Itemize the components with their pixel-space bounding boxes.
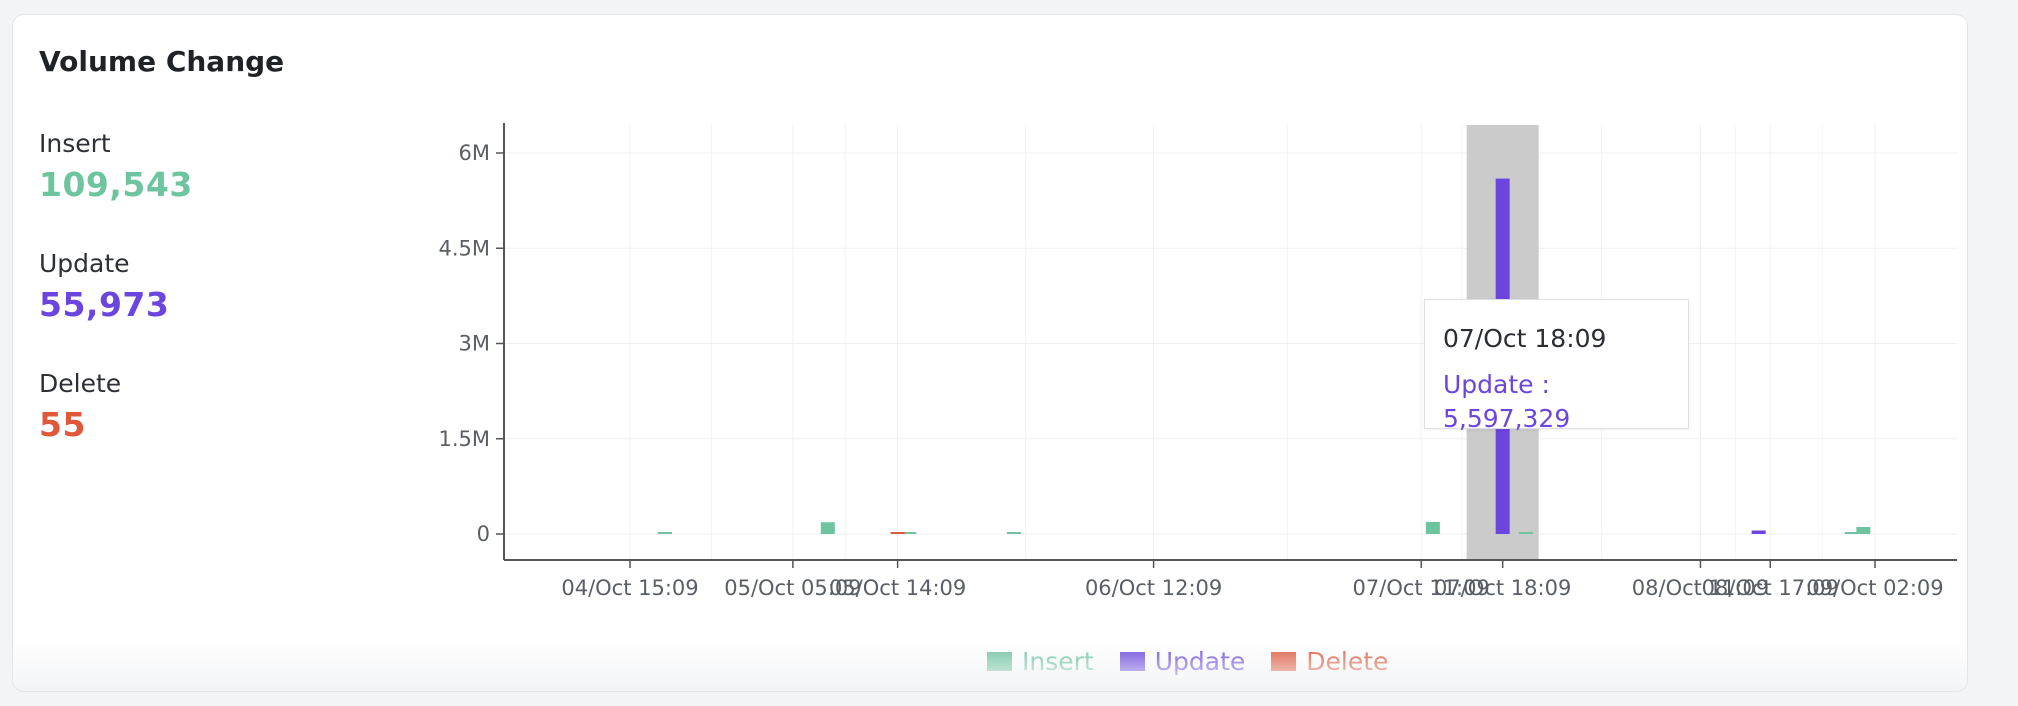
tooltip-series-value: 5,597,329 [1443, 404, 1571, 433]
legend-swatch [1271, 652, 1297, 671]
legend-item-insert[interactable]: Insert [987, 647, 1094, 676]
y-tick-label: 3M [459, 332, 490, 356]
bar-insert [820, 522, 835, 534]
legend-swatch [1119, 652, 1145, 671]
bar-insert [1856, 527, 1871, 534]
legend-item-delete[interactable]: Delete [1271, 647, 1388, 676]
volume-change-card: Volume Change Insert 109,543 Update 55,9… [12, 14, 1968, 692]
y-tick-label: 0 [477, 522, 490, 546]
x-tick-label: 07/Oct 18:09 [1434, 576, 1571, 600]
chart-legend: Insert Update Delete [13, 647, 1967, 679]
chart-tooltip: 07/Oct 18:09 Update : 5,597,329 [1424, 299, 1689, 433]
bar-insert [1518, 532, 1533, 534]
legend-item-update[interactable]: Update [1119, 647, 1246, 676]
bar-delete [890, 532, 905, 534]
bar-update [1751, 530, 1766, 534]
x-tick-label: 05/Oct 14:09 [829, 576, 966, 600]
legend-label: Delete [1306, 647, 1389, 676]
bar-insert [1425, 521, 1440, 534]
x-tick-label: 04/Oct 15:09 [561, 576, 698, 600]
y-tick-label: 1.5M [438, 427, 490, 451]
legend-swatch [987, 652, 1012, 671]
legend-label: Insert [1022, 647, 1094, 676]
tooltip-date: 07/Oct 18:09 [1443, 324, 1607, 353]
x-tick-label: 09/Oct 02:09 [1806, 576, 1943, 600]
y-tick-label: 4.5M [438, 236, 490, 260]
bar-insert [1006, 532, 1021, 534]
x-tick-label: 06/Oct 12:09 [1085, 576, 1222, 600]
legend-label: Update [1154, 647, 1246, 676]
bar-insert [657, 532, 672, 534]
legend-items: Insert Update Delete [987, 647, 1414, 677]
y-tick-label: 6M [459, 141, 490, 165]
tooltip-value-row: Update : 5,597,329 [1443, 370, 1571, 433]
tooltip-series-label: Update [1443, 370, 1534, 399]
